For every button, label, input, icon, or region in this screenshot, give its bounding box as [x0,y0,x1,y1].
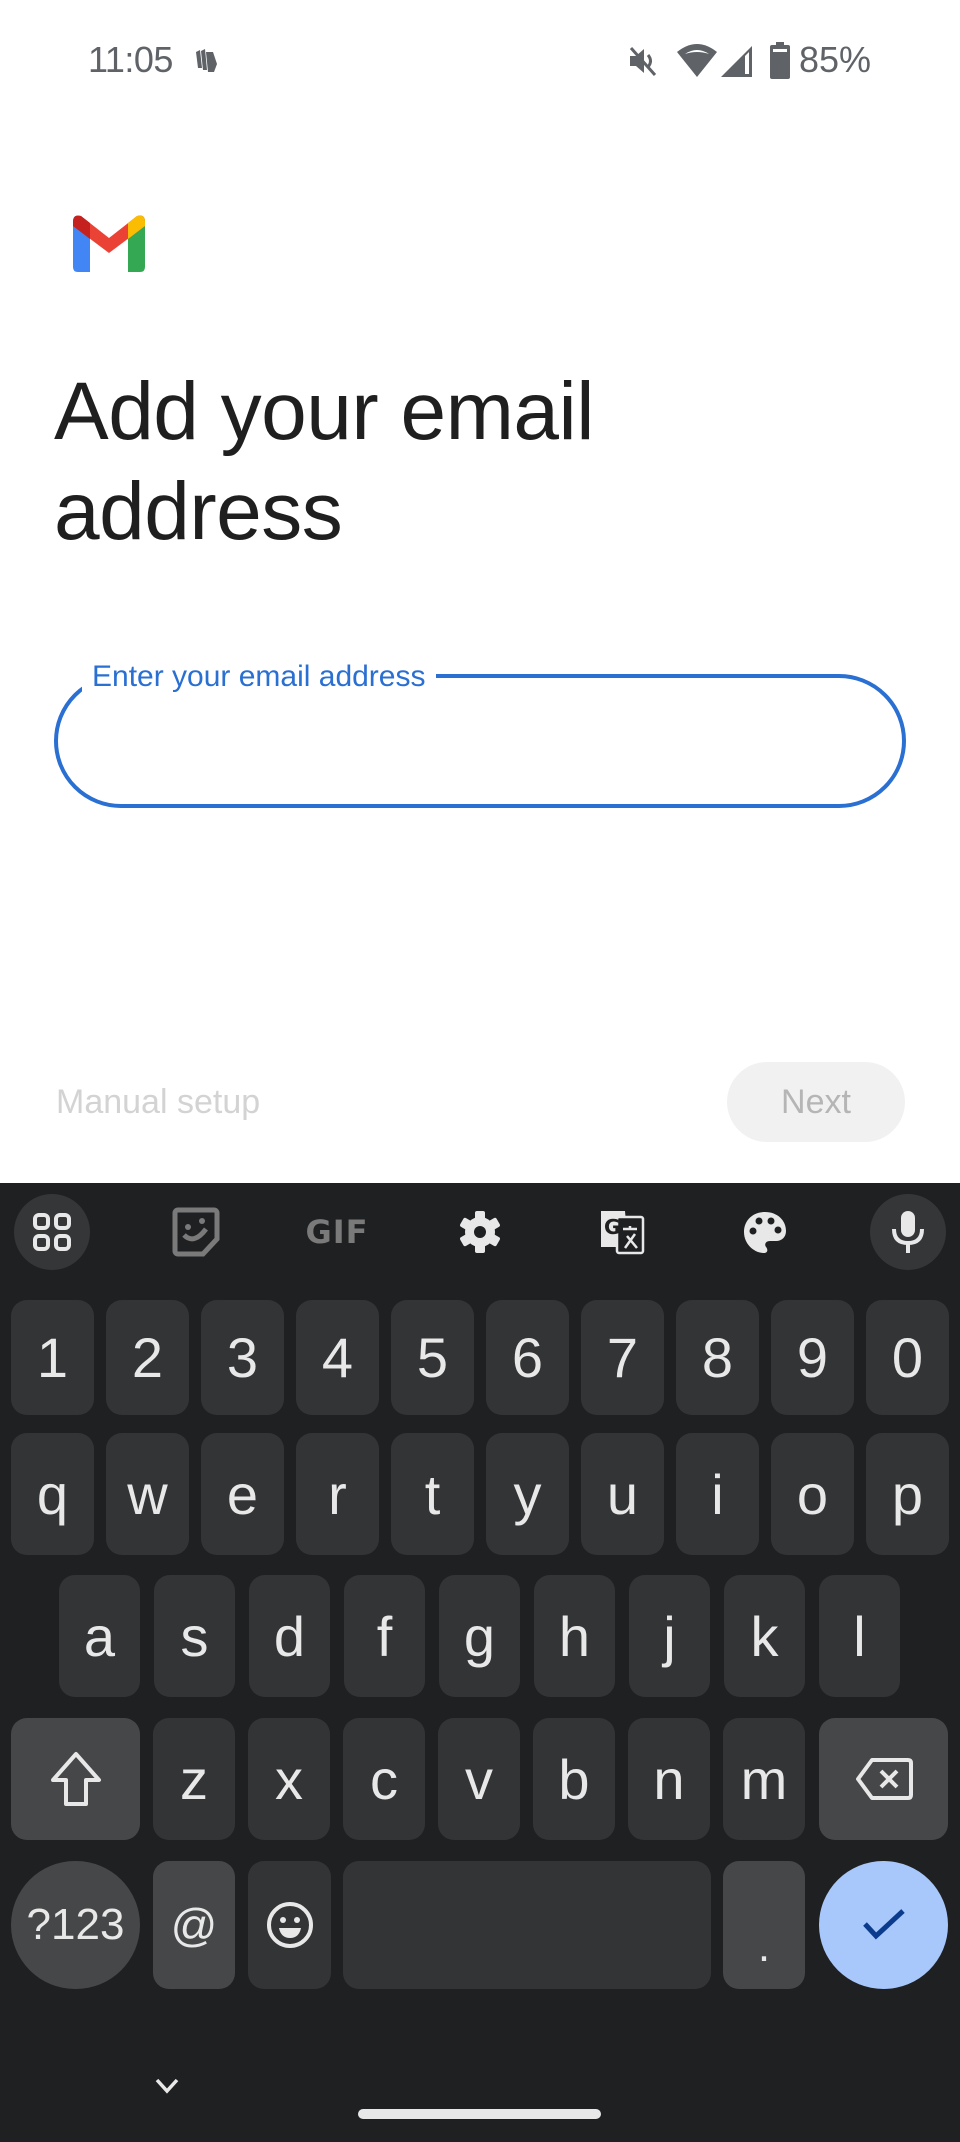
shift-key[interactable] [11,1718,140,1840]
next-button[interactable]: Next [727,1062,905,1142]
gif-icon: GIF [305,1213,369,1251]
gmail-logo [73,215,145,272]
period-key[interactable]: . [723,1861,805,1989]
key-t[interactable]: t [391,1433,474,1555]
manual-setup-button[interactable]: Manual setup [56,1080,260,1124]
key-k[interactable]: k [724,1575,805,1697]
chevron-down-icon[interactable] [152,2072,182,2098]
svg-text:G: G [604,1215,620,1239]
microphone-icon [892,1211,924,1253]
key-6[interactable]: 6 [486,1300,569,1415]
apps-grid-icon [33,1213,71,1251]
key-3[interactable]: 3 [201,1300,284,1415]
key-w[interactable]: w [106,1433,189,1555]
key-h[interactable]: h [534,1575,615,1697]
key-q[interactable]: q [11,1433,94,1555]
key-i[interactable]: i [676,1433,759,1555]
vibrate-off-icon [629,47,657,76]
key-x[interactable]: x [248,1718,330,1840]
period-label: . [757,1922,771,1971]
key-1[interactable]: 1 [11,1300,94,1415]
palette-icon [744,1212,786,1253]
key-d[interactable]: d [249,1575,330,1697]
key-j[interactable]: j [629,1575,710,1697]
key-y[interactable]: y [486,1433,569,1555]
home-gesture-bar[interactable] [358,2109,601,2119]
key-0[interactable]: 0 [866,1300,949,1415]
emoji-icon [266,1902,313,1948]
key-o[interactable]: o [771,1433,854,1555]
settings-button[interactable] [442,1194,518,1270]
translate-button[interactable]: G [584,1194,660,1270]
email-input[interactable] [98,708,858,774]
key-7[interactable]: 7 [581,1300,664,1415]
key-f[interactable]: f [344,1575,425,1697]
sticker-button[interactable] [158,1194,234,1270]
key-r[interactable]: r [296,1433,379,1555]
email-field-label: Enter your email address [82,657,436,697]
key-9[interactable]: 9 [771,1300,854,1415]
battery-percent: 85% [799,39,872,80]
emoji-key[interactable] [248,1861,331,1989]
theme-button[interactable] [727,1194,803,1270]
apps-grid-button[interactable] [14,1194,90,1270]
key-c[interactable]: c [343,1718,425,1840]
check-icon [862,1909,905,1940]
symbols-key[interactable]: ?123 [11,1861,140,1989]
wallet-cards-icon [196,49,217,72]
key-z[interactable]: z [153,1718,235,1840]
backspace-icon [855,1758,913,1800]
shift-arrow-icon [50,1752,101,1806]
space-key[interactable] [343,1861,711,1989]
cell-signal-icon [721,46,752,77]
key-5[interactable]: 5 [391,1300,474,1415]
key-s[interactable]: s [154,1575,235,1697]
key-b[interactable]: b [533,1718,615,1840]
key-g[interactable]: g [439,1575,520,1697]
status-time: 11:05 [88,39,173,80]
wifi-icon [677,44,717,77]
key-e[interactable]: e [201,1433,284,1555]
key-n[interactable]: n [628,1718,710,1840]
key-a[interactable]: a [59,1575,140,1697]
sticker-icon [172,1207,220,1257]
translate-icon: G [601,1211,645,1255]
key-l[interactable]: l [819,1575,900,1697]
settings-gear-icon [460,1211,500,1253]
page-title: Add your email address [54,366,594,557]
key-u[interactable]: u [581,1433,664,1555]
enter-key[interactable] [819,1861,948,1989]
gif-button[interactable]: GIF [299,1194,375,1270]
key-2[interactable]: 2 [106,1300,189,1415]
key-4[interactable]: 4 [296,1300,379,1415]
key-m[interactable]: m [723,1718,805,1840]
key-p[interactable]: p [866,1433,949,1555]
at-key[interactable]: @ [153,1861,235,1989]
key-v[interactable]: v [438,1718,520,1840]
key-8[interactable]: 8 [676,1300,759,1415]
backspace-key[interactable] [819,1718,948,1840]
voice-input-button[interactable] [870,1194,946,1270]
battery-icon [770,42,790,79]
